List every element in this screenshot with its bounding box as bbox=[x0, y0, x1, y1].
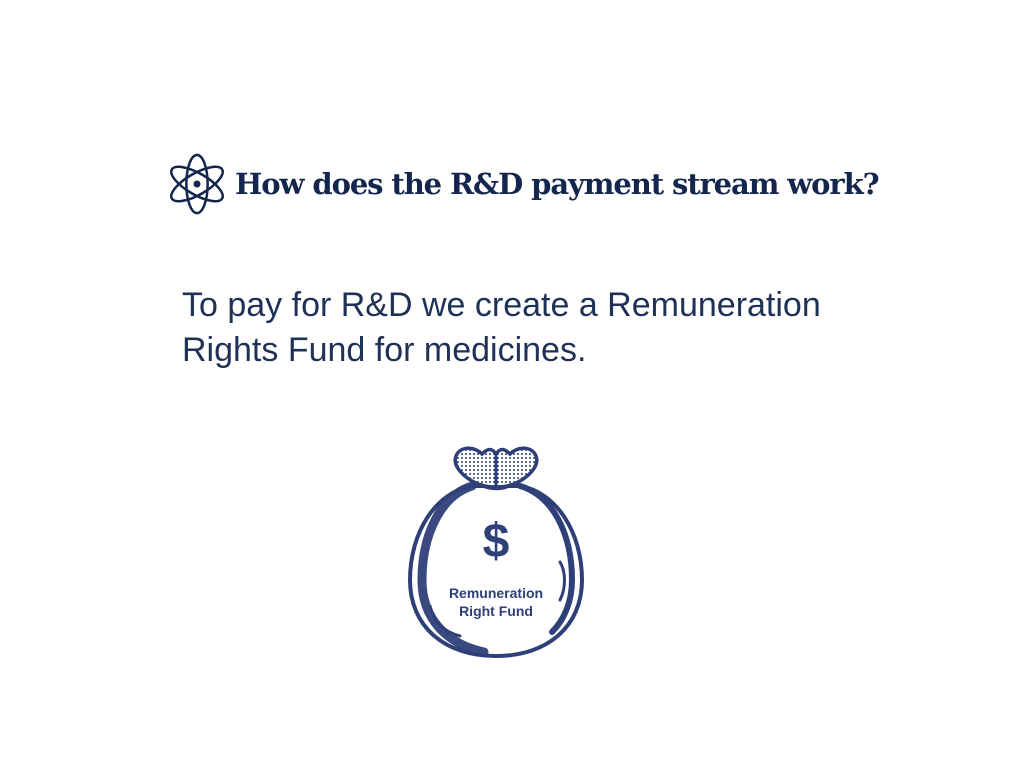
bag-label-line-2: Right Fund bbox=[459, 603, 533, 619]
slide-title: How does the R&D payment stream work? bbox=[235, 167, 880, 201]
atom-icon bbox=[170, 153, 224, 215]
bag-label-line-1: Remuneration bbox=[448, 585, 544, 601]
body-line-2: Rights Fund for medicines. bbox=[182, 331, 587, 369]
dollar-sign: $ bbox=[482, 515, 510, 568]
body-paragraph: To pay for R&D we create a Remuneration … bbox=[182, 283, 942, 373]
money-bag-illustration: $ Remuneration Right Fund bbox=[404, 440, 588, 664]
slide: How does the R&D payment stream work? To… bbox=[0, 0, 1024, 768]
heading-row: How does the R&D payment stream work? bbox=[166, 150, 880, 218]
body-line-1: To pay for R&D we create a Remuneration bbox=[182, 286, 821, 324]
bag-label: Remuneration Right Fund bbox=[404, 584, 588, 620]
